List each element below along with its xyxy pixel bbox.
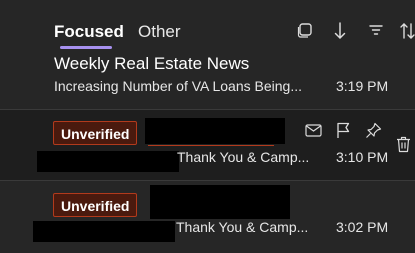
redacted-sender [145, 118, 285, 144]
message-time: 3:10 PM [336, 149, 389, 165]
mail-list-header: Focused Other [0, 0, 415, 52]
message-time: 3:02 PM [336, 219, 389, 235]
flag-icon[interactable] [336, 122, 350, 144]
unverified-badge: Unverified [53, 121, 138, 145]
sort-order-icon[interactable] [400, 22, 415, 45]
message-item[interactable]: Unverified Thank You & Camp... 3:10 PM [0, 110, 415, 180]
tab-other[interactable]: Other [138, 22, 181, 42]
filter-icon[interactable] [368, 22, 384, 43]
message-subject: Thank You & Camp... [176, 219, 309, 235]
delete-icon[interactable] [396, 136, 411, 158]
message-sender: Weekly Real Estate News [54, 54, 250, 73]
redacted-preview [33, 221, 175, 242]
sender-underline [148, 145, 274, 146]
tab-selected-indicator [60, 46, 112, 49]
message-subject: Increasing Number of VA Loans Being... [54, 78, 302, 94]
tab-focused[interactable]: Focused [54, 22, 124, 42]
unverified-badge: Unverified [53, 193, 138, 217]
message-item[interactable]: Unverified Thank You & Camp... 3:02 PM [0, 181, 415, 253]
mail-icon[interactable] [305, 124, 322, 142]
pin-icon[interactable] [365, 122, 382, 144]
message-subject: Thank You & Camp... [177, 149, 310, 165]
select-icon[interactable] [297, 22, 313, 43]
message-item[interactable]: Weekly Real Estate News Increasing Numbe… [0, 52, 415, 109]
redacted-sender [150, 185, 290, 219]
redacted-preview [37, 151, 179, 172]
message-time: 3:19 PM [336, 78, 389, 94]
sort-arrow-icon[interactable] [333, 22, 347, 45]
